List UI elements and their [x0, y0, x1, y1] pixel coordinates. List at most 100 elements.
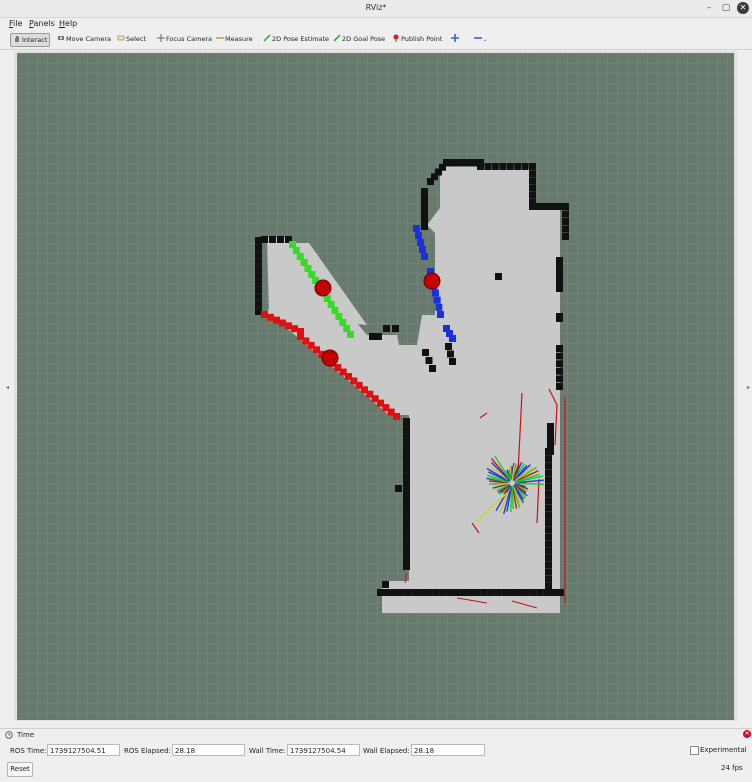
wall-cell	[545, 462, 552, 470]
menu-panels[interactable]: Panels	[29, 19, 55, 28]
wall-cell	[277, 236, 284, 243]
hand-icon	[15, 36, 19, 42]
wall-cell	[382, 589, 389, 596]
red-boundary-cell	[261, 311, 268, 318]
focus-camera-tool-button[interactable]: Focus Camera	[155, 33, 214, 46]
wall-cell	[536, 589, 544, 596]
wall-cell	[397, 589, 405, 596]
close-icon[interactable]: ✕	[737, 2, 749, 14]
wall-cell	[255, 272, 262, 280]
green-boundary-cell	[300, 259, 308, 266]
menu-help[interactable]: Help	[59, 19, 77, 28]
blue-boundary-cell	[421, 253, 428, 260]
red-boundary-cell	[393, 413, 400, 420]
2d-pose-estimate-tool-button[interactable]: 2D Pose Estimate	[261, 33, 331, 46]
red-boundary-cell	[285, 322, 292, 330]
collapse-right-icon[interactable]: ▸	[747, 384, 750, 391]
interact-tool-button[interactable]: Interact	[10, 33, 51, 47]
wall-cell	[456, 159, 464, 166]
wall-cell	[550, 589, 558, 596]
wall-cell	[375, 333, 382, 340]
ros-time-field[interactable]: 1739127504.51	[47, 744, 120, 756]
frontier-marker	[321, 349, 339, 367]
wall-cell	[529, 177, 536, 185]
wall-cell	[467, 589, 474, 596]
window-title: RViz*	[365, 3, 387, 12]
ros-elapsed-label: ROS Elapsed:	[124, 747, 171, 755]
wall-cell	[369, 333, 376, 340]
green-boundary-cell	[292, 247, 300, 254]
wall-cell	[449, 358, 456, 365]
wall-cell	[515, 589, 523, 596]
wall-cell	[562, 233, 569, 240]
wall-cell	[545, 540, 552, 548]
select-tool-button[interactable]: Select	[115, 33, 148, 46]
wall-cell	[545, 490, 552, 498]
minimize-icon[interactable]: –	[703, 2, 715, 14]
wall-cell	[261, 236, 268, 243]
measure-tool-button[interactable]: Measure	[214, 33, 255, 46]
wall-cell	[432, 589, 440, 596]
frontier-marker	[423, 272, 441, 290]
wall-cell	[255, 258, 262, 266]
wall-time-field[interactable]: 1739127504.54	[287, 744, 360, 756]
wall-cell	[403, 500, 410, 508]
wall-cell	[535, 203, 543, 210]
wall-cell	[556, 345, 563, 352]
wall-cell	[529, 191, 536, 199]
move-camera-tool-button[interactable]: Move Camera	[55, 33, 113, 46]
wall-cell	[269, 236, 276, 243]
wall-cell	[403, 549, 410, 557]
3d-viewport[interactable]	[17, 53, 734, 720]
wall-cell	[255, 286, 262, 294]
add-tool-button[interactable]	[449, 33, 462, 46]
green-boundary-cell	[327, 301, 335, 308]
wall-cell	[547, 429, 554, 437]
wall-cell	[421, 223, 428, 230]
close-panel-icon[interactable]: ✕	[743, 730, 751, 738]
menu-file[interactable]: File	[9, 19, 22, 28]
pose-estimate-arrow-icon	[263, 34, 271, 42]
wall-cell	[545, 561, 552, 569]
wall-cell	[545, 483, 552, 491]
wall-cell	[255, 244, 262, 252]
publish-point-tool-button[interactable]: Publish Point	[390, 33, 444, 46]
maximize-icon[interactable]: ▢	[720, 2, 732, 14]
frontier-marker	[314, 279, 332, 297]
wall-cell	[403, 535, 410, 543]
wall-cell	[255, 279, 262, 287]
wall-cell	[545, 547, 552, 555]
wall-cell	[383, 325, 390, 332]
green-boundary-cell	[331, 307, 339, 314]
experimental-checkbox[interactable]	[690, 746, 699, 755]
wall-cell	[557, 589, 564, 596]
wall-cell	[403, 431, 410, 439]
experimental-label: Experimental	[700, 746, 747, 754]
wall-cell	[545, 448, 552, 455]
wall-cell	[403, 514, 410, 522]
ros-time-label: ROS Time:	[10, 747, 47, 755]
focus-camera-icon	[157, 34, 165, 42]
wall-cell	[460, 589, 468, 596]
reset-button[interactable]: Reset	[7, 762, 33, 777]
wall-cell	[545, 583, 552, 590]
wall-cell	[447, 350, 454, 358]
wall-cell	[545, 497, 552, 505]
wall-cell	[514, 163, 522, 170]
wall-cell	[556, 285, 563, 292]
wall-cell	[547, 441, 554, 449]
green-boundary-cell	[335, 313, 343, 320]
collapse-left-icon[interactable]: ◂	[6, 384, 9, 391]
wall-cell	[449, 159, 457, 166]
remove-tool-button[interactable]: ⌄	[472, 33, 489, 46]
wall-cell	[545, 469, 552, 477]
ros-elapsed-field[interactable]: 28.18	[172, 744, 245, 756]
wall-cell	[562, 210, 569, 218]
clock-icon	[5, 731, 13, 739]
2d-goal-pose-tool-button[interactable]: 2D Goal Pose	[331, 33, 387, 46]
wall-time-label: Wall Time:	[249, 747, 286, 755]
minus-icon	[474, 37, 482, 39]
wall-cell	[556, 383, 563, 390]
wall-cell	[255, 308, 262, 315]
wall-elapsed-field[interactable]: 28.18	[411, 744, 485, 756]
